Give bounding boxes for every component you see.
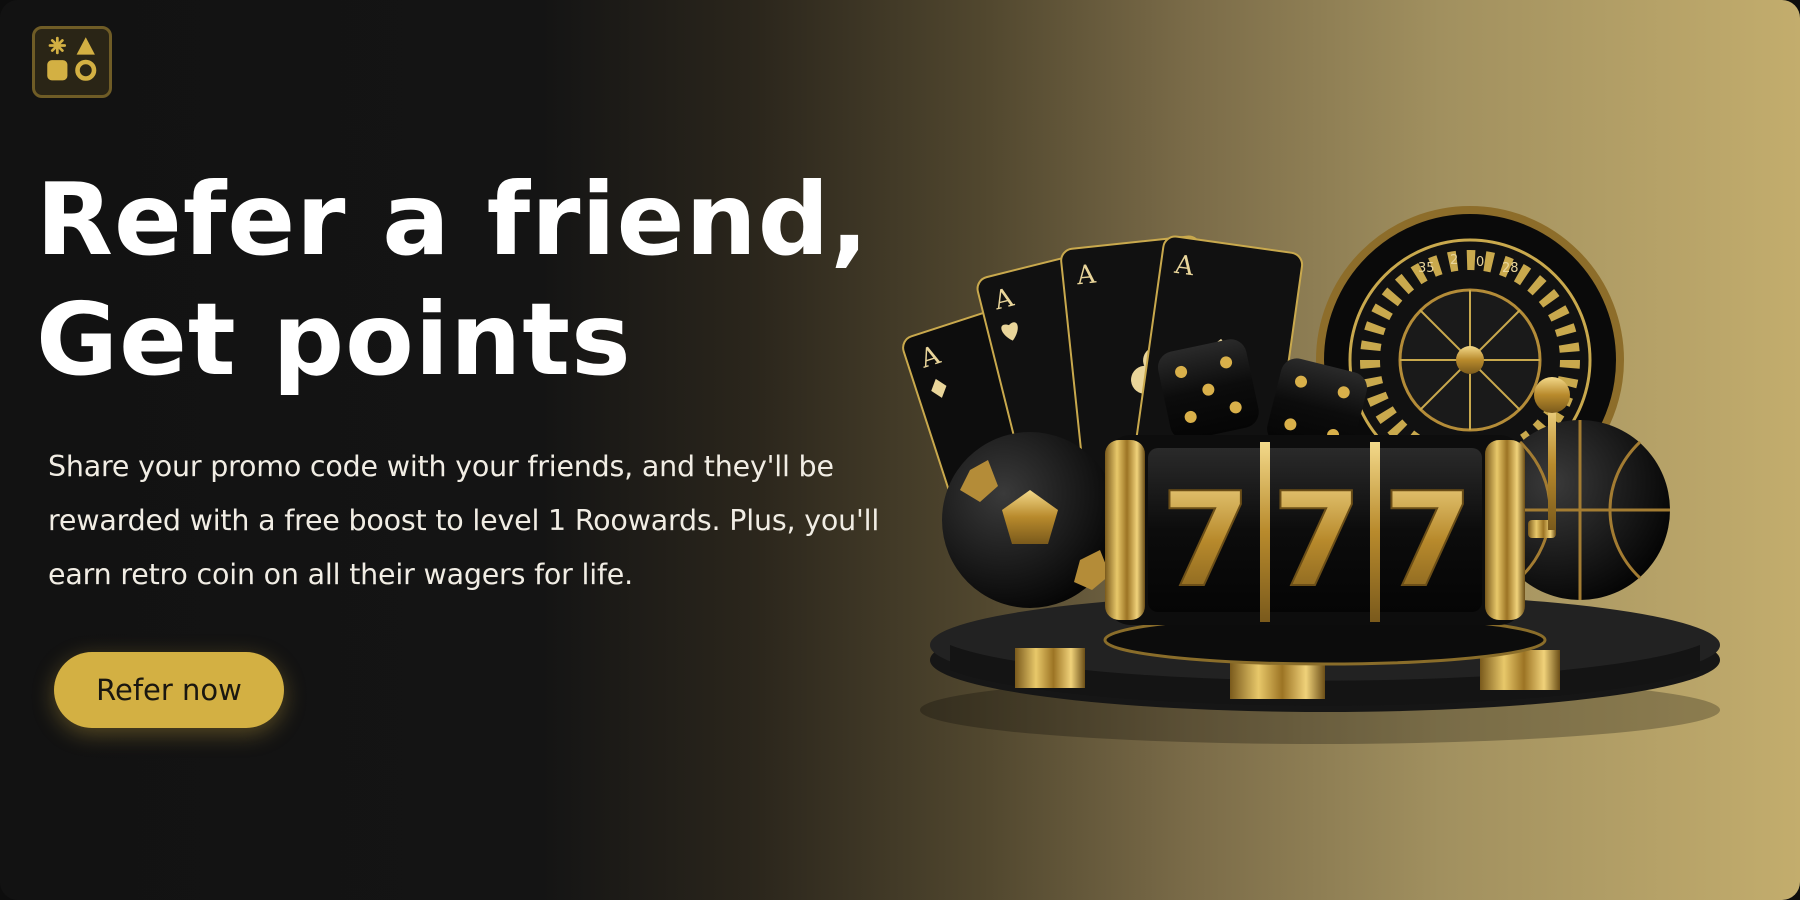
description: Share your promo code with your friends,… [48,440,928,602]
casino-illustration: A A A A 2 0 28 35 7 7 7 [880,190,1760,750]
soccer-ball [942,432,1118,608]
headline-line-1: Refer a friend, [36,161,870,278]
description-line-1: Share your promo code with your friends,… [48,450,834,483]
slot-digit-2: 7 [1272,464,1362,616]
shapes-logo-icon[interactable] [32,26,112,98]
description-line-2: rewarded with a free boost to level 1 Ro… [48,504,880,537]
headline-line-2: Get points [36,281,632,398]
roulette-number: 2 [1450,253,1458,268]
refer-now-button[interactable]: Refer now [54,652,284,728]
roulette-number: 0 [1476,255,1484,270]
roulette-number: 35 [1418,261,1435,276]
description-line-3: earn retro coin on all their wagers for … [48,558,633,591]
slot-digit-3: 7 [1383,464,1473,616]
roulette-number: 28 [1502,261,1519,276]
headline: Refer a friend, Get points [36,160,869,400]
slot-lever-knob [1534,377,1570,413]
slot-digit-1: 7 [1161,464,1251,616]
referral-banner: Refer a friend, Get points Share your pr… [0,0,1800,900]
